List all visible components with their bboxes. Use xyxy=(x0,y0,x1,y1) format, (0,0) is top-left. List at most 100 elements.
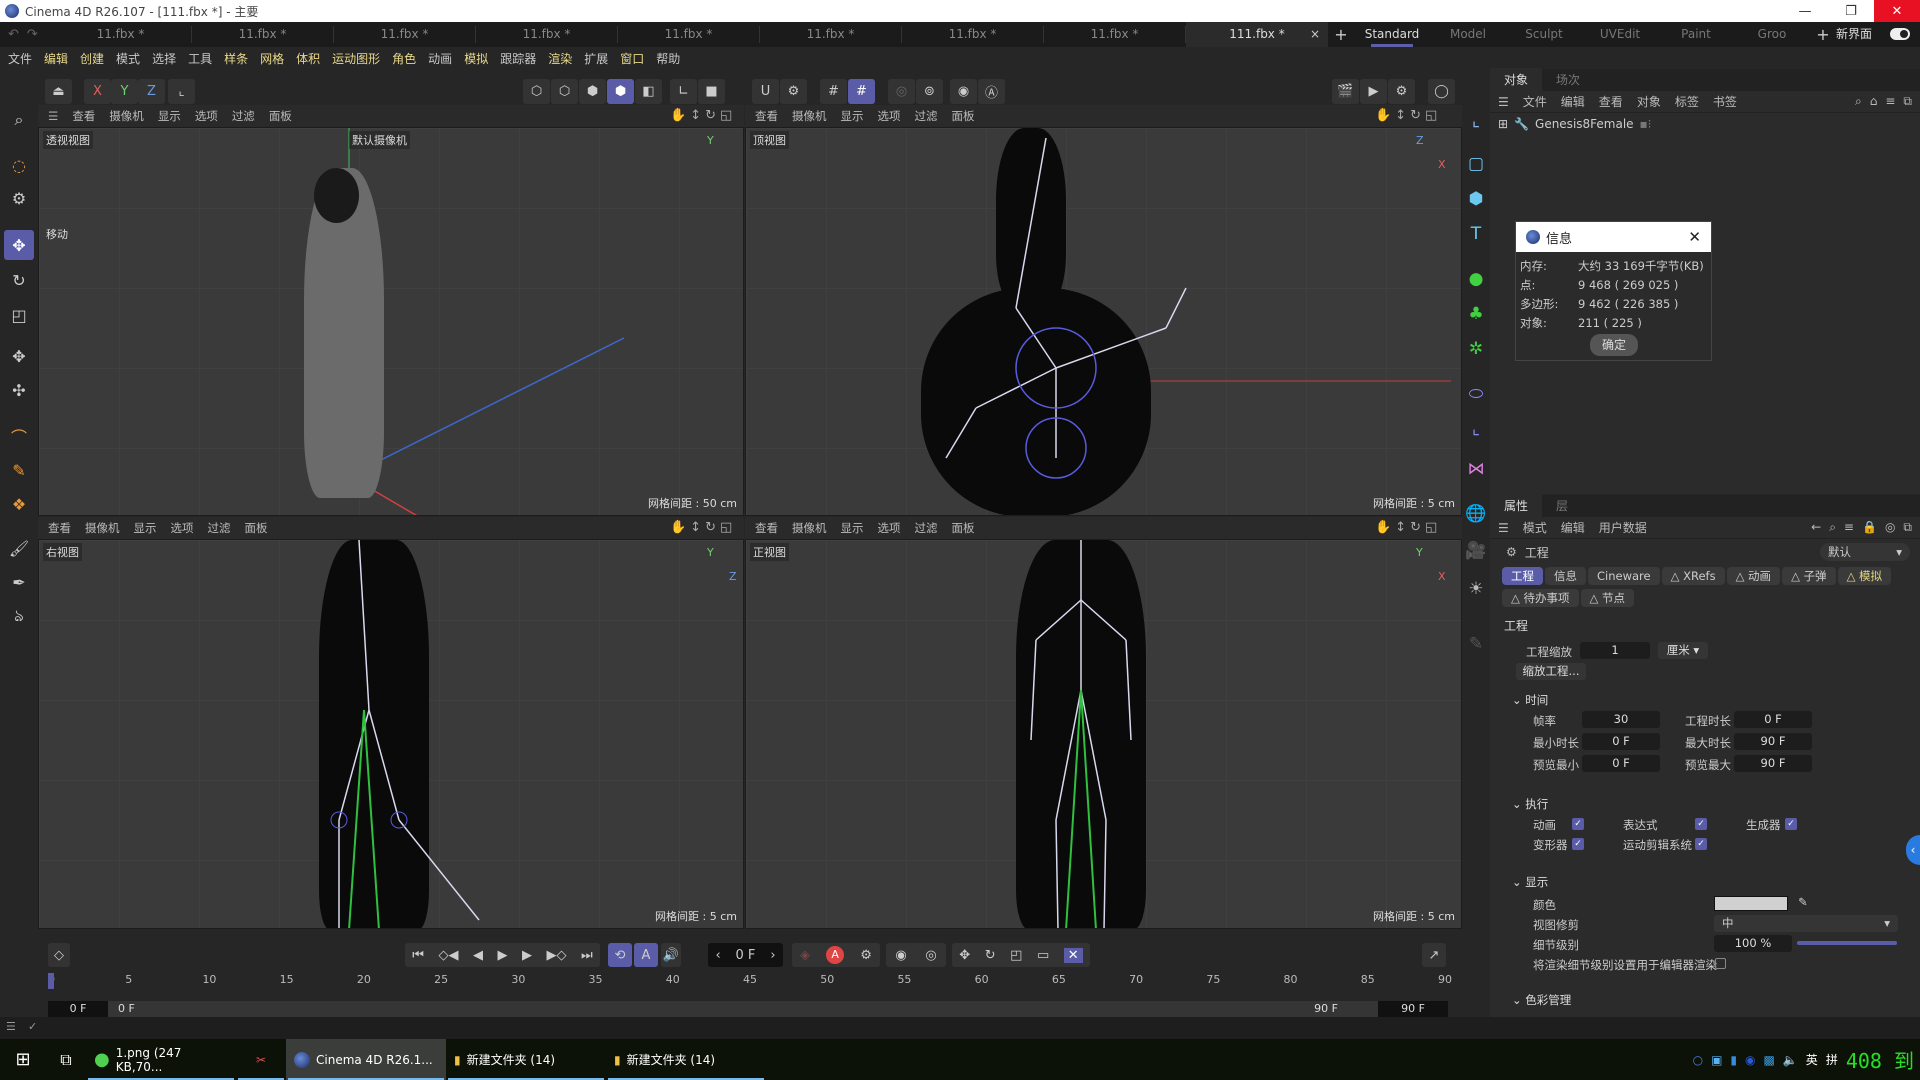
key-position-icon[interactable]: ✥ xyxy=(959,948,970,963)
new-ui-toggle[interactable] xyxy=(1890,28,1910,40)
doc-tab[interactable]: 11.fbx * xyxy=(50,26,192,43)
layout-tab-standard[interactable]: Standard xyxy=(1354,22,1430,47)
vp-menu-view[interactable]: 查看 xyxy=(72,108,95,124)
play-icon[interactable]: ▶ xyxy=(497,948,507,963)
target-icon[interactable]: ◎ xyxy=(1885,520,1895,535)
filter-icon[interactable]: ≡ xyxy=(1885,94,1895,109)
filter-icon[interactable]: ≡ xyxy=(1844,520,1854,535)
cloner-icon[interactable]: ♣ xyxy=(1462,300,1490,328)
om-menu-edit[interactable]: 编辑 xyxy=(1561,93,1585,110)
next-frame-icon[interactable]: ▶ xyxy=(522,948,532,963)
transform-tool-icon[interactable]: ✥ xyxy=(4,341,34,371)
menu-icon[interactable]: ☰ xyxy=(1498,521,1509,535)
x-axis-lock-button[interactable]: X xyxy=(84,79,111,104)
layout-tab-uvedit[interactable]: UVEdit xyxy=(1582,22,1658,47)
key-mode-icon[interactable]: ◉ xyxy=(895,948,906,963)
layout-tab-groom[interactable]: Groo xyxy=(1734,22,1810,47)
snap-icon[interactable]: U xyxy=(752,79,779,104)
range-start-handle[interactable]: 0 F xyxy=(118,1001,135,1017)
grid-icon[interactable]: # xyxy=(820,79,847,104)
search-icon[interactable]: ⌕ xyxy=(1855,94,1862,109)
preview-min-input[interactable]: 0 F xyxy=(1582,755,1660,772)
collapse-side-button[interactable]: ‹ xyxy=(1906,835,1920,865)
task-view-icon[interactable]: ⧉ xyxy=(46,1050,86,1070)
taskbar-item-folder[interactable]: ▮ 新建文件夹 (14) xyxy=(446,1039,606,1080)
search-icon[interactable]: ⌕ xyxy=(4,105,34,135)
redo-icon[interactable]: ↷ xyxy=(27,27,38,42)
exec-animation-checkbox[interactable]: ✓ xyxy=(1572,818,1584,830)
environment-icon[interactable]: 🌐 xyxy=(1462,500,1490,528)
am-menu-mode[interactable]: 模式 xyxy=(1523,519,1547,536)
om-menu-bookmarks[interactable]: 书签 xyxy=(1713,93,1737,110)
spline-rectangle-icon[interactable]: ▢ xyxy=(1462,150,1490,178)
rotate-tool-icon[interactable]: ↻ xyxy=(4,265,34,295)
doc-tab-active[interactable]: 111.fbx * × xyxy=(1186,22,1328,47)
menu-item[interactable]: 网格 xyxy=(260,50,284,67)
vp-menu-view[interactable]: 查看 xyxy=(755,108,778,124)
polygons-mode-icon[interactable]: ⬢ xyxy=(579,79,606,104)
key-parameter-icon[interactable]: ▭ xyxy=(1037,948,1049,963)
viewport-right[interactable]: 右视图 Y Z 网格间距 : 5 cm xyxy=(38,539,744,929)
preset-dropdown[interactable]: 默认 ▾ xyxy=(1820,543,1910,561)
project-time-input[interactable]: 0 F xyxy=(1734,711,1812,728)
menu-item[interactable]: 帮助 xyxy=(656,50,680,67)
color-swatch[interactable] xyxy=(1714,896,1788,911)
new-window-icon[interactable]: ⧉ xyxy=(1903,520,1912,535)
points-mode-icon[interactable]: ⬡ xyxy=(523,79,550,104)
tray-app-icon[interactable]: ○ xyxy=(1693,1053,1703,1067)
auto-icon[interactable]: Ⓐ xyxy=(978,79,1005,104)
vp-menu-view[interactable]: 查看 xyxy=(755,520,778,536)
menu-item[interactable]: 运动图形 xyxy=(332,50,380,67)
doc-tab[interactable]: 11.fbx * xyxy=(618,26,760,43)
exec-deformers-checkbox[interactable]: ✓ xyxy=(1572,838,1584,850)
animation-mode-icon[interactable]: A xyxy=(634,943,658,967)
range-end-handle[interactable]: 90 F xyxy=(1314,1001,1338,1017)
workplane-icon[interactable]: ⊚ xyxy=(916,79,943,104)
current-frame-field[interactable]: ‹ 0 F › xyxy=(708,943,783,967)
menu-item[interactable]: 动画 xyxy=(428,50,452,67)
close-button[interactable]: ✕ xyxy=(1874,0,1920,22)
exec-generators-checkbox[interactable]: ✓ xyxy=(1785,818,1797,830)
keyframe-icon[interactable]: ◇ xyxy=(48,943,70,967)
effector-icon[interactable]: ✲ xyxy=(1462,335,1490,363)
preview-max-input[interactable]: 90 F xyxy=(1734,755,1812,772)
vp-menu-panel[interactable]: 面板 xyxy=(952,520,975,536)
om-menu-view[interactable]: 查看 xyxy=(1599,93,1623,110)
vp-menu-filter[interactable]: 过滤 xyxy=(232,108,255,124)
menu-item[interactable]: 体积 xyxy=(296,50,320,67)
layout-tab-paint[interactable]: Paint xyxy=(1658,22,1734,47)
vp-menu-options[interactable]: 选项 xyxy=(878,520,901,536)
render-lod-checkbox[interactable] xyxy=(1715,958,1726,969)
generator-icon[interactable]: ● xyxy=(1462,265,1490,293)
menu-icon[interactable]: ☰ xyxy=(48,109,58,123)
clock[interactable]: 408 到 xyxy=(1846,1045,1914,1074)
lod-input[interactable]: 100 % xyxy=(1714,935,1792,952)
cube-icon[interactable]: ⬢ xyxy=(1462,185,1490,213)
tab-layers[interactable]: 层 xyxy=(1542,494,1582,517)
goto-start-icon[interactable]: ⏮ xyxy=(412,948,424,963)
y-axis-lock-button[interactable]: Y xyxy=(111,79,138,104)
attr-tab-chip[interactable]: △ XRefs xyxy=(1661,567,1725,585)
autokey-icon[interactable]: A xyxy=(826,946,845,964)
attr-tab-chip[interactable]: 工程 xyxy=(1502,567,1543,585)
viewport-nav-icons[interactable]: ✋↕↻◱ xyxy=(1375,108,1441,123)
sound-icon[interactable]: 🔊 xyxy=(661,943,681,967)
camera-label[interactable]: 默认摄像机 xyxy=(349,131,410,149)
viewport-nav-icons[interactable]: ✋↕↻◱ xyxy=(670,520,736,535)
exec-section-header[interactable]: ⌄ 执行 xyxy=(1490,794,1548,814)
taskbar-item-cinema4d[interactable]: Cinema 4D R26.1... xyxy=(286,1039,446,1080)
vp-menu-filter[interactable]: 过滤 xyxy=(208,520,231,536)
render-view-icon[interactable]: 🎬 xyxy=(1332,79,1359,104)
ok-button[interactable]: 确定 xyxy=(1590,334,1638,356)
brush-icon[interactable]: 🖌 xyxy=(4,533,34,563)
vp-menu-filter[interactable]: 过滤 xyxy=(915,520,938,536)
viewport-nav-icons[interactable]: ✋↕↻◱ xyxy=(1375,520,1441,535)
attr-tab-chip[interactable]: △ 模拟 xyxy=(1837,567,1892,585)
key-rotation-icon[interactable]: ↻ xyxy=(985,948,996,963)
vp-menu-panel[interactable]: 面板 xyxy=(245,520,268,536)
vp-menu-display[interactable]: 显示 xyxy=(841,520,864,536)
tab-attributes[interactable]: 属性 xyxy=(1490,494,1543,517)
model-mode-icon[interactable]: ⬢ xyxy=(607,79,634,104)
selection-settings-icon[interactable]: ⚙ xyxy=(4,183,34,213)
am-menu-userdata[interactable]: 用户数据 xyxy=(1599,519,1647,536)
